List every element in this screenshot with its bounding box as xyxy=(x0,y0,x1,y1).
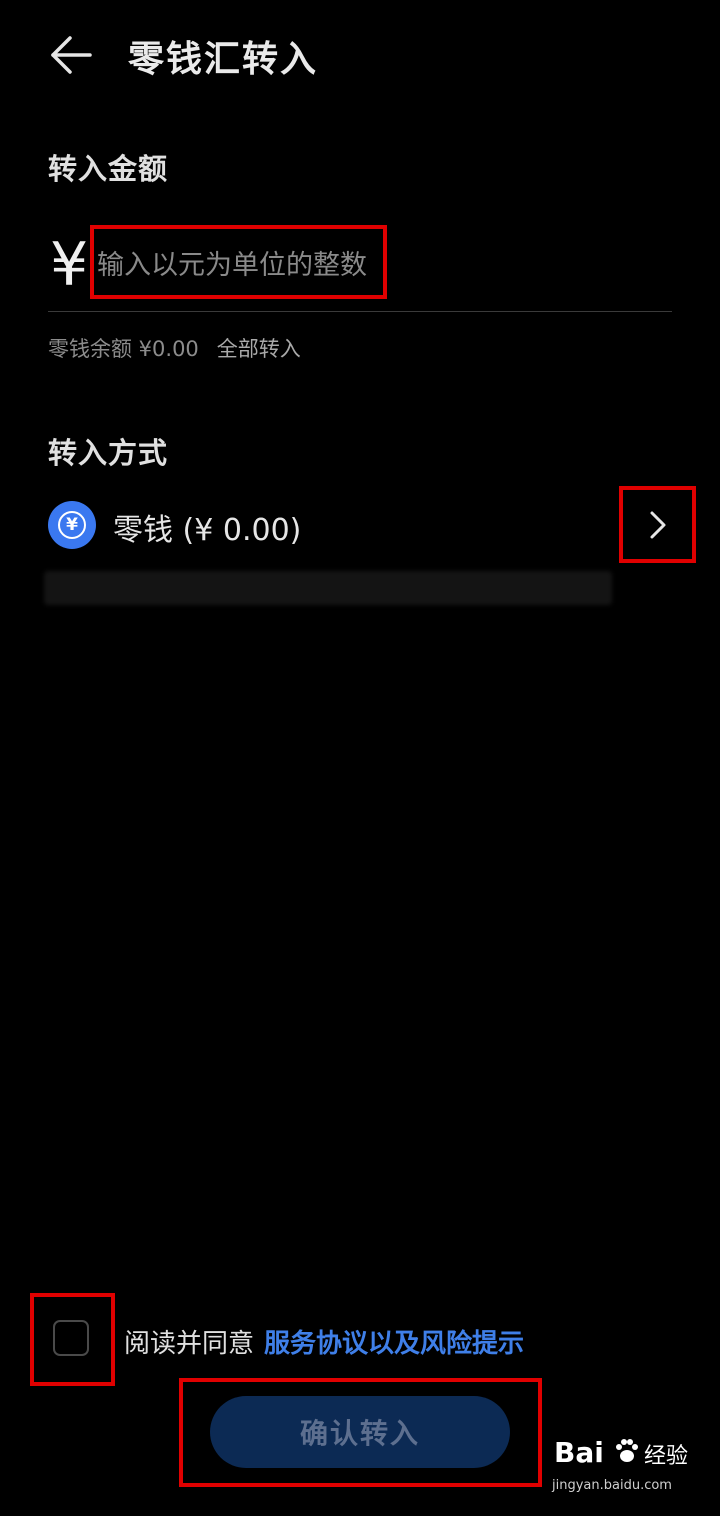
amount-input[interactable] xyxy=(97,240,381,290)
transfer-all-link[interactable]: 全部转入 xyxy=(217,337,301,361)
page-title: 零钱汇转入 xyxy=(128,39,319,80)
agreement-text: 阅读并同意 服务协议以及风险提示 xyxy=(124,1323,524,1360)
paw-icon xyxy=(616,1439,638,1462)
agreement-prefix: 阅读并同意 xyxy=(124,1329,255,1359)
wallet-yuan-icon: ¥ xyxy=(48,501,96,549)
method-label: 零钱 (¥ 0.00) xyxy=(113,513,302,548)
arrow-left-icon xyxy=(51,36,92,74)
transfer-method-row[interactable]: ¥ 零钱 (¥ 0.00) xyxy=(48,498,672,552)
currency-symbol: ¥ xyxy=(50,230,89,300)
baidu-jingyan-watermark: Bai 经验 jingyan.baidu.com xyxy=(552,1436,712,1502)
confirm-button[interactable]: 确认转入 xyxy=(210,1396,510,1468)
balance-text: 零钱余额 ¥0.00 xyxy=(48,337,199,361)
amount-section-title: 转入金额 xyxy=(48,152,169,186)
agreement-link[interactable]: 服务协议以及风险提示 xyxy=(264,1329,524,1359)
balance-row: 零钱余额 ¥0.00 全部转入 xyxy=(48,333,301,363)
watermark-url: jingyan.baidu.com xyxy=(552,1478,672,1493)
watermark-suffix: 经验 xyxy=(644,1444,689,1469)
input-underline xyxy=(48,311,672,312)
page: 零钱汇转入 转入金额 ¥ 零钱余额 ¥0.00 全部转入 转入方式 ¥ 零钱 (¥… xyxy=(0,0,720,1516)
watermark-brand: Bai xyxy=(554,1436,604,1469)
method-section-title: 转入方式 xyxy=(48,436,169,470)
blurred-info-bar xyxy=(44,571,612,605)
agreement-checkbox[interactable] xyxy=(53,1320,89,1356)
back-button[interactable] xyxy=(46,32,98,78)
yuan-symbol: ¥ xyxy=(58,511,86,539)
chevron-right-icon[interactable] xyxy=(646,507,670,543)
